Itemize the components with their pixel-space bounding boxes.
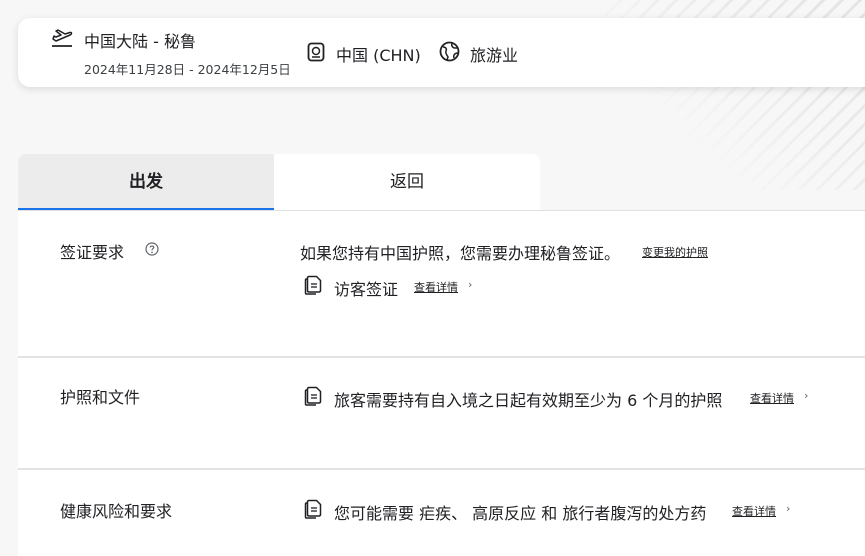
passport-details-link[interactable]: 查看详情 bbox=[750, 390, 794, 406]
trip-route: 中国大陆 - 秘鲁 bbox=[84, 32, 196, 51]
passport-icon bbox=[307, 42, 325, 62]
requirements-panel: 签证要求 如果您持有中国护照，您需要办理秘鲁签证。 变更我的护照 访客签证 查看… bbox=[18, 210, 865, 556]
document-icon bbox=[304, 275, 322, 295]
passport-section-label: 护照和文件 bbox=[60, 388, 141, 407]
visa-section-label: 签证要求 bbox=[60, 243, 125, 262]
visa-details-link[interactable]: 查看详情 bbox=[414, 279, 458, 295]
health-details-link[interactable]: 查看详情 bbox=[732, 503, 776, 519]
help-circle-icon[interactable] bbox=[145, 242, 159, 256]
chevron-right-icon: › bbox=[804, 389, 809, 402]
direction-tabs: 出发 返回 bbox=[18, 154, 540, 210]
chevron-right-icon: › bbox=[468, 278, 473, 291]
plane-takeoff-icon bbox=[52, 29, 73, 47]
travel-purpose: 旅游业 bbox=[470, 46, 519, 65]
nationality: 中国 (CHN) bbox=[336, 46, 421, 65]
trip-dates: 2024年11月28日 - 2024年12月5日 bbox=[84, 62, 291, 77]
tab-return[interactable]: 返回 bbox=[274, 154, 540, 210]
change-passport-link[interactable]: 变更我的护照 bbox=[642, 244, 708, 260]
chevron-right-icon: › bbox=[786, 502, 791, 515]
document-icon bbox=[304, 499, 322, 519]
section-divider bbox=[18, 468, 865, 470]
document-icon bbox=[304, 386, 322, 406]
passport-requirement: 旅客需要持有自入境之日起有效期至少为 6 个月的护照 bbox=[334, 391, 723, 410]
visa-statement: 如果您持有中国护照，您需要办理秘鲁签证。 bbox=[300, 244, 621, 263]
health-requirement: 您可能需要 疟疾、 高原反应 和 旅行者腹泻的处方药 bbox=[334, 504, 707, 523]
globe-icon bbox=[439, 41, 460, 62]
visa-type: 访客签证 bbox=[334, 280, 399, 299]
health-section-label: 健康风险和要求 bbox=[60, 502, 173, 521]
trip-summary-card: 中国大陆 - 秘鲁 2024年11月28日 - 2024年12月5日 中国 (C… bbox=[18, 18, 865, 87]
tab-departure[interactable]: 出发 bbox=[18, 154, 274, 210]
section-divider bbox=[18, 356, 865, 358]
